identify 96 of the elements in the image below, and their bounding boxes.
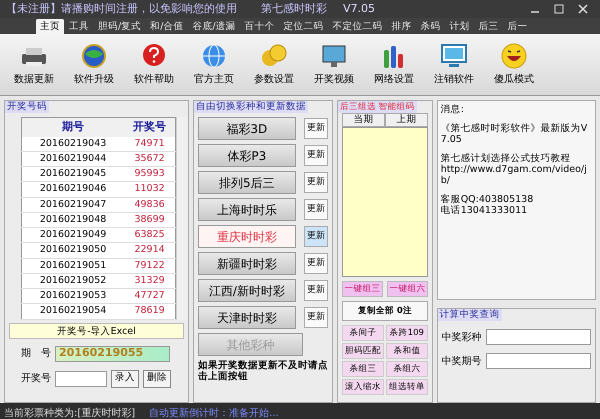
table-cell: 20160219054: [22, 304, 124, 318]
status-text: 当前彩票种类为:[重庆时时彩]: [4, 406, 136, 419]
menu-tab[interactable]: 谷底/遗漏: [188, 19, 240, 34]
message-line: 《第七感时时彩软件》最新版为V7.05: [440, 123, 588, 145]
combo-button[interactable]: 一键组六: [386, 281, 428, 297]
lottery-button[interactable]: 新疆时时彩: [198, 252, 296, 275]
import-excel-button[interactable]: 开奖号-导入Excel: [9, 322, 184, 338]
toolbar-button[interactable]: 官方主页: [186, 40, 242, 89]
table-cell: 20160219046: [22, 182, 124, 197]
menu-tab[interactable]: 杀码: [416, 19, 445, 34]
add-button[interactable]: 录入: [111, 370, 139, 388]
filter-button[interactable]: 胆码匹配: [342, 343, 384, 359]
table-cell: 20160219043: [22, 136, 124, 152]
filter-button[interactable]: 杀和值: [386, 343, 428, 359]
field-label: 开奖号: [21, 372, 51, 386]
menu-tab[interactable]: 定位二码: [280, 19, 328, 34]
table-cell: 20160219044: [22, 151, 124, 166]
toolbar-button[interactable]: 网络设置: [366, 40, 422, 89]
table-cell: 20160219052: [22, 273, 124, 288]
lottery-button[interactable]: 重庆时时彩: [198, 225, 296, 248]
status-text: 自动更新倒计时：准备开始...: [149, 406, 279, 419]
update-button[interactable]: 更新: [304, 253, 328, 274]
toolbar-button[interactable]: 软件帮助: [126, 40, 182, 89]
globe-icon: [79, 42, 109, 70]
version-label: V7.05: [343, 0, 376, 17]
filter-button[interactable]: 滚入缩水: [342, 379, 384, 395]
lottery-button[interactable]: 福彩3D: [198, 117, 296, 140]
update-button[interactable]: 更新: [304, 226, 328, 247]
toolbar-button[interactable]: 傻瓜模式: [486, 40, 542, 89]
toolbar-button[interactable]: 软件升级: [66, 40, 122, 89]
message-line: 电话13041333011: [440, 205, 528, 216]
lottery-button[interactable]: 排列5后三: [198, 171, 296, 194]
smiley-icon: [499, 42, 529, 70]
lottery-button[interactable]: 上海时时乐: [198, 198, 296, 221]
filter-button[interactable]: 杀组三: [342, 361, 384, 377]
update-button[interactable]: 更新: [304, 280, 328, 301]
scrollbar[interactable]: [176, 117, 188, 320]
group-title: 后三组选 智能组码: [338, 101, 417, 113]
lottery-button[interactable]: 体彩P3: [198, 144, 296, 167]
field-label: 期 号: [21, 346, 51, 361]
table-cell: 20160219050: [22, 242, 124, 258]
filter-button[interactable]: 组选转单: [386, 379, 428, 395]
field-label: 中奖彩种: [442, 330, 482, 344]
column-header: 当期: [342, 113, 385, 127]
number-field[interactable]: [55, 370, 107, 386]
update-button[interactable]: 更新: [304, 172, 328, 193]
field-label: 中奖期号: [442, 354, 482, 368]
hint-text: 如果开奖数据更新不及时请点击上面按钮: [196, 360, 329, 382]
message-line: 第七感计划选择公式技巧教程: [440, 153, 572, 164]
update-button[interactable]: 更新: [304, 145, 328, 166]
group-title: 自由切换彩种和更新数据: [194, 101, 308, 113]
column-header: 开奖号: [124, 118, 175, 136]
toolbar-button[interactable]: 数据更新: [6, 40, 62, 89]
column-header: 上期: [384, 113, 428, 127]
table-cell: 20160219051: [22, 258, 124, 274]
table-cell: 20160219045: [22, 166, 124, 182]
lottery-button[interactable]: 江西/新时时彩: [198, 279, 296, 302]
text-field[interactable]: [486, 329, 591, 345]
menu-tab[interactable]: 主页: [36, 19, 64, 34]
table-cell: 20160219047: [22, 197, 124, 212]
monitor-icon: [439, 42, 469, 70]
group-title: 开奖号码: [5, 101, 49, 113]
update-button[interactable]: 更新: [304, 199, 328, 220]
toolbar-button[interactable]: 开奖视频: [306, 40, 362, 89]
copy-all-button[interactable]: 复制全部 0注: [342, 301, 428, 321]
window-title: 【未注册】请播购时间注册，以免影响您的使用: [6, 0, 237, 17]
menu-tab[interactable]: 后一: [504, 19, 532, 34]
message-label: 消息:: [440, 104, 465, 115]
text-field[interactable]: [486, 353, 591, 369]
app-name: 第七感时时彩: [261, 0, 327, 17]
filter-button[interactable]: 杀间子: [342, 325, 384, 341]
update-button[interactable]: 更新: [304, 307, 328, 328]
menu-tab[interactable]: 百十个: [240, 19, 279, 34]
menu-tab[interactable]: 胆码/复式: [94, 19, 146, 34]
menu-tab[interactable]: 计划: [446, 19, 474, 34]
toolbar-button[interactable]: 注销软件: [426, 40, 482, 89]
toolbar-button[interactable]: 参数设置: [246, 40, 302, 89]
filter-button[interactable]: 杀组六: [386, 361, 428, 377]
lottery-button[interactable]: 天津时时彩: [198, 306, 296, 329]
menu-tab[interactable]: 排序: [388, 19, 416, 34]
filter-button[interactable]: 杀跨109: [386, 325, 428, 341]
update-button[interactable]: 更新: [304, 118, 328, 139]
table-cell: 20160219048: [22, 212, 124, 228]
message-line: 客服QQ:403805138: [440, 194, 534, 205]
menu-tab[interactable]: 后三: [474, 19, 503, 34]
menu-tab[interactable]: 不定位二码: [328, 19, 387, 34]
menu-tab[interactable]: 和/合值: [146, 19, 188, 34]
menu-tab[interactable]: 工具: [65, 19, 93, 34]
message-line: http://www.d7gam.com/video/jb/: [440, 164, 588, 186]
table-cell: 20160219053: [22, 288, 124, 304]
number-list[interactable]: [342, 127, 428, 277]
table-cell: 20160219049: [22, 228, 124, 243]
group-title: 计算中奖查询: [438, 309, 502, 321]
delete-button[interactable]: 删除: [143, 370, 171, 388]
combo-button[interactable]: 一键组三: [342, 281, 383, 297]
column-header: 期号: [22, 118, 124, 136]
